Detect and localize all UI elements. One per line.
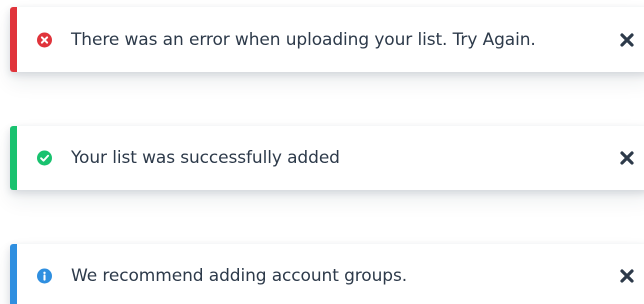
error-alert: There was an error when uploading your l…: [10, 7, 644, 72]
info-accent-bar: [10, 244, 17, 304]
info-message: We recommend adding account groups.: [71, 266, 408, 286]
close-icon[interactable]: [619, 268, 635, 284]
info-circle-icon: [37, 268, 52, 284]
check-circle-icon: [37, 150, 52, 166]
close-icon[interactable]: [619, 150, 635, 166]
success-alert: Your list was successfully added: [10, 126, 644, 190]
info-alert: We recommend adding account groups.: [10, 244, 644, 304]
success-message: Your list was successfully added: [71, 148, 340, 168]
x-circle-icon: [37, 32, 52, 47]
error-accent-bar: [10, 7, 17, 72]
close-icon[interactable]: [619, 32, 635, 48]
alert-stack: There was an error when uploading your l…: [0, 0, 644, 304]
error-message: There was an error when uploading your l…: [71, 29, 536, 50]
success-accent-bar: [10, 126, 17, 190]
